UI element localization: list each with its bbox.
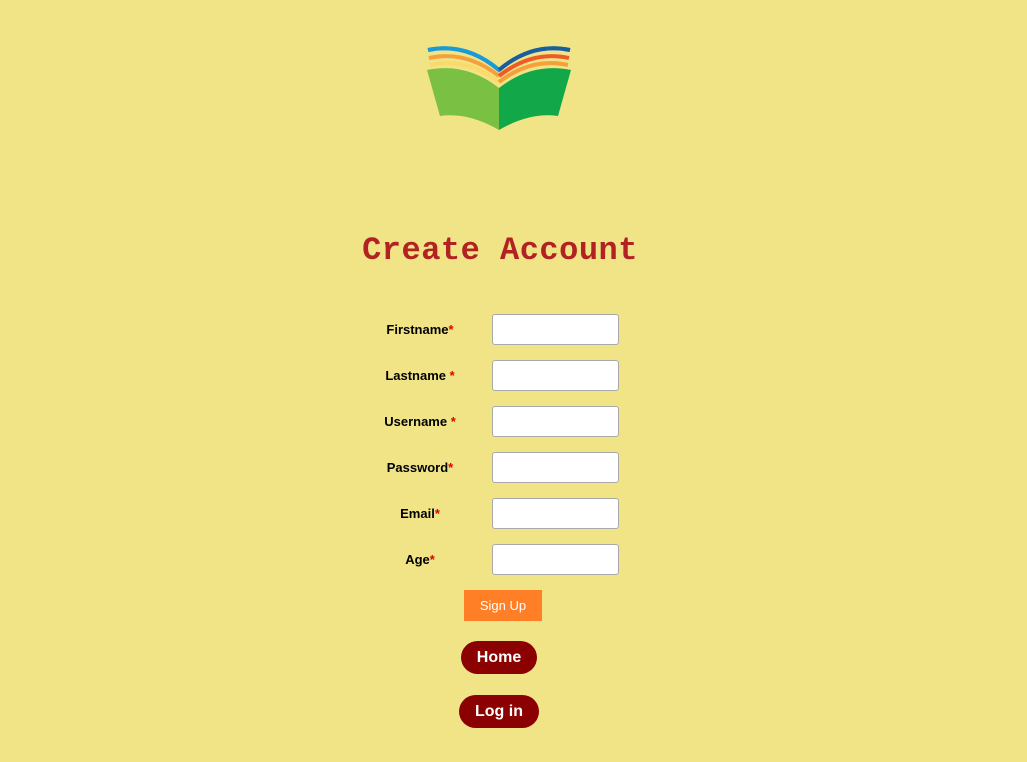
username-row: Username *: [360, 406, 640, 437]
password-row: Password*: [360, 452, 640, 483]
home-button[interactable]: Home: [461, 641, 537, 674]
required-marker: *: [449, 368, 455, 383]
firstname-input[interactable]: [492, 314, 619, 345]
required-marker: *: [448, 322, 454, 337]
firstname-label: Firstname*: [386, 322, 454, 337]
page-title: Create Account: [362, 232, 638, 269]
username-label: Username *: [384, 414, 456, 429]
open-book-logo-icon: [427, 46, 571, 130]
firstname-row: Firstname*: [360, 314, 640, 345]
required-marker: *: [450, 414, 456, 429]
lastname-label: Lastname *: [385, 368, 455, 383]
age-input[interactable]: [492, 544, 619, 575]
signup-page: Create Account Firstname* Lastname * Use…: [0, 0, 1027, 762]
email-input[interactable]: [492, 498, 619, 529]
required-marker: *: [448, 460, 454, 475]
password-label: Password*: [386, 460, 454, 475]
age-label: Age*: [405, 552, 435, 567]
required-marker: *: [434, 506, 440, 521]
email-label: Email*: [400, 506, 440, 521]
log-in-button[interactable]: Log in: [459, 695, 539, 728]
age-row: Age*: [360, 544, 640, 575]
email-row: Email*: [360, 498, 640, 529]
sign-up-button[interactable]: Sign Up: [464, 590, 542, 621]
password-input[interactable]: [492, 452, 619, 483]
required-marker: *: [429, 552, 435, 567]
username-input[interactable]: [492, 406, 619, 437]
lastname-input[interactable]: [492, 360, 619, 391]
lastname-row: Lastname *: [360, 360, 640, 391]
